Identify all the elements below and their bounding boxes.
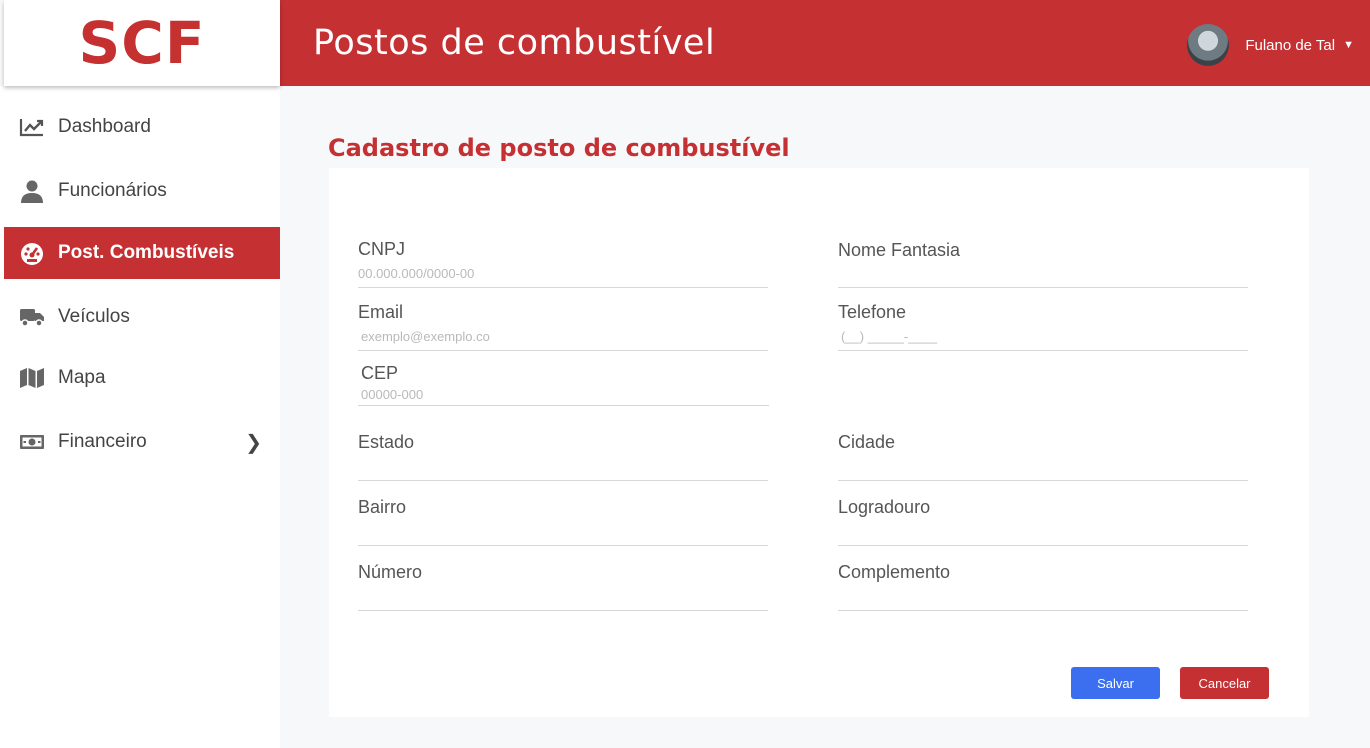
telefone-field: Telefone <box>838 302 1248 351</box>
chevron-right-icon: ❯ <box>245 431 262 454</box>
save-button[interactable]: Salvar <box>1071 667 1160 699</box>
logo[interactable]: SCF <box>4 0 280 86</box>
chart-line-icon <box>18 117 46 137</box>
email-input[interactable] <box>358 323 768 346</box>
cnpj-input[interactable] <box>358 260 768 283</box>
telefone-input[interactable] <box>838 323 1248 346</box>
logradouro-label: Logradouro <box>838 497 931 517</box>
cep-input[interactable] <box>358 384 769 404</box>
numero-field: Número <box>358 562 768 611</box>
cnpj-field: CNPJ <box>358 239 768 288</box>
nome-fantasia-label: Nome Fantasia <box>838 240 961 260</box>
cancel-button[interactable]: Cancelar <box>1180 667 1269 699</box>
user-icon <box>18 179 46 203</box>
cep-field: CEP <box>358 363 769 406</box>
email-field: Email <box>358 302 768 351</box>
complemento-field: Complemento <box>838 562 1248 611</box>
truck-icon <box>18 307 46 327</box>
sidebar-item-label: Post. Combustíveis <box>58 242 235 263</box>
cidade-label: Cidade <box>838 432 896 452</box>
money-bill-icon <box>18 433 46 451</box>
cnpj-label: CNPJ <box>358 239 406 259</box>
estado-input[interactable] <box>358 453 768 476</box>
sidebar-item-label: Financeiro <box>58 431 147 452</box>
complemento-label: Complemento <box>838 562 951 582</box>
estado-label: Estado <box>358 432 415 452</box>
numero-input[interactable] <box>358 583 768 606</box>
sidebar-item-postos-combustiveis[interactable]: Post. Combustíveis <box>4 227 280 279</box>
sidebar-item-label: Funcionários <box>58 180 167 201</box>
complemento-input[interactable] <box>838 583 1248 606</box>
gauge-icon <box>18 241 46 265</box>
sidebar-item-dashboard[interactable]: Dashboard <box>4 101 280 153</box>
caret-down-icon: ▼ <box>1343 39 1354 51</box>
user-name: Fulano de Tal <box>1245 36 1336 54</box>
cidade-input[interactable] <box>838 453 1248 476</box>
bairro-field: Bairro <box>358 497 768 546</box>
avatar <box>1187 24 1230 66</box>
sidebar-item-mapa[interactable]: Mapa <box>4 352 280 404</box>
top-bar: Postos de combustível Fulano de Tal ▼ <box>280 0 1370 86</box>
sidebar-item-label: Mapa <box>58 367 106 388</box>
sidebar-item-funcionarios[interactable]: Funcionários <box>4 165 280 217</box>
sidebar-item-label: Dashboard <box>58 116 151 137</box>
cidade-field: Cidade <box>838 432 1248 481</box>
form-title: Cadastro de posto de combustível <box>328 134 790 162</box>
nome-fantasia-input[interactable] <box>838 261 1248 284</box>
telefone-label: Telefone <box>838 302 907 322</box>
bairro-label: Bairro <box>358 497 407 517</box>
sidebar-item-financeiro[interactable]: Financeiro ❯ <box>4 416 280 468</box>
sidebar-item-veiculos[interactable]: Veículos <box>4 291 280 343</box>
bairro-input[interactable] <box>358 518 768 541</box>
sidebar-item-label: Veículos <box>58 306 130 327</box>
logradouro-input[interactable] <box>838 518 1248 541</box>
logo-text: SCF <box>78 9 206 77</box>
map-icon <box>18 367 46 389</box>
page-title: Postos de combustível <box>313 23 716 63</box>
cep-label: CEP <box>361 363 399 383</box>
estado-field: Estado <box>358 432 768 481</box>
logradouro-field: Logradouro <box>838 497 1248 546</box>
email-label: Email <box>358 302 404 322</box>
user-menu[interactable]: Fulano de Tal ▼ <box>1187 24 1354 66</box>
sidebar: Dashboard Funcionários Post. Combustívei… <box>0 86 280 748</box>
nome-fantasia-field: Nome Fantasia <box>838 240 1248 288</box>
numero-label: Número <box>358 562 423 582</box>
